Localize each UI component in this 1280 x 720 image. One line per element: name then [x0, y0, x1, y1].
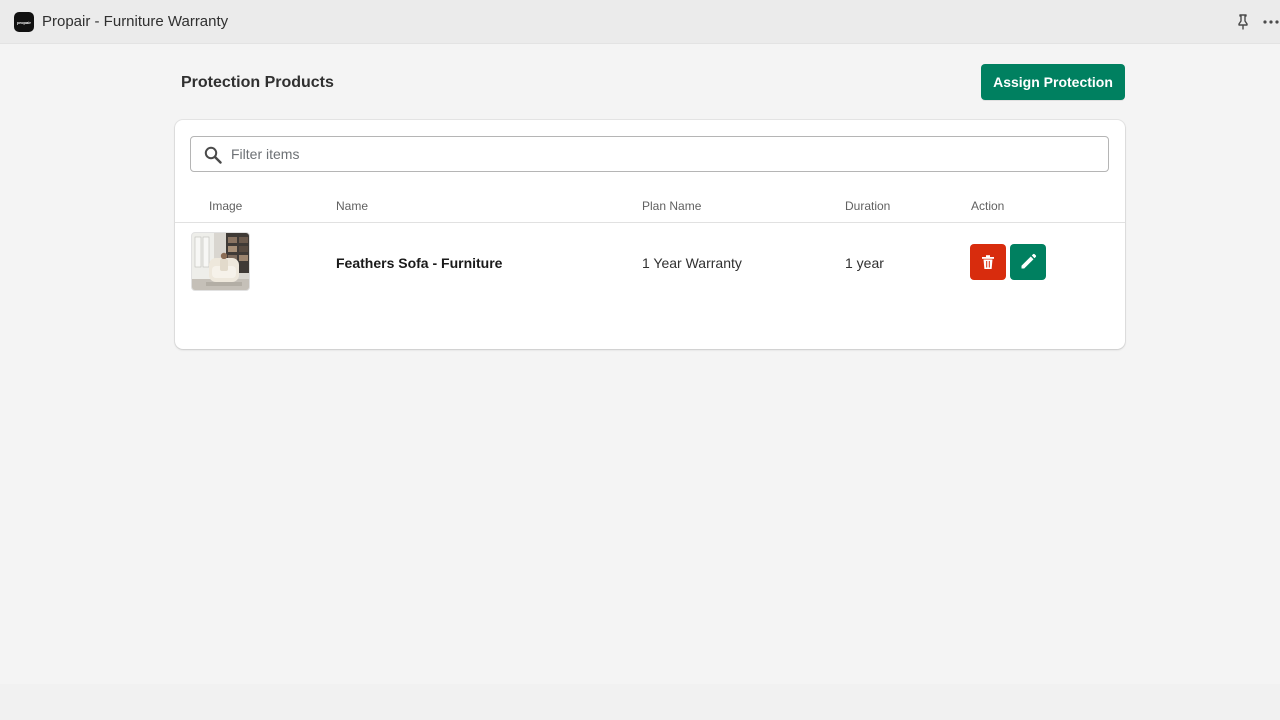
edit-button[interactable] — [1010, 244, 1046, 280]
column-header-image: Image — [209, 199, 243, 213]
bottom-strip — [0, 684, 1280, 720]
app-title-bar: propair Propair - Furniture Warranty — [0, 0, 1280, 44]
filter-field[interactable] — [190, 136, 1109, 172]
delete-button[interactable] — [970, 244, 1006, 280]
assign-protection-button[interactable]: Assign Protection — [981, 64, 1125, 100]
plan-name: 1 Year Warranty — [642, 255, 742, 271]
filter-input[interactable] — [231, 137, 1091, 171]
product-name[interactable]: Feathers Sofa - Furniture — [336, 255, 502, 271]
column-header-plan-name: Plan Name — [642, 199, 702, 213]
app-title: Propair - Furniture Warranty — [42, 13, 229, 30]
sofa-image — [192, 233, 249, 290]
search-icon — [204, 146, 222, 164]
column-header-action: Action — [971, 199, 1005, 213]
table-header-divider — [175, 222, 1125, 223]
page-title: Protection Products — [181, 74, 334, 91]
duration: 1 year — [845, 255, 884, 271]
edit-icon — [1021, 253, 1037, 269]
more-horizontal-icon[interactable] — [1262, 19, 1280, 25]
pin-icon[interactable] — [1236, 14, 1250, 30]
delete-icon — [982, 255, 994, 269]
app-logo: propair — [14, 12, 34, 32]
protection-products-card: Image Name Plan Name Duration Action — [175, 120, 1125, 349]
app-logo-text: propair — [17, 19, 31, 25]
column-header-name: Name — [336, 199, 369, 213]
column-header-duration: Duration — [845, 199, 891, 213]
sofa-product-thumbnail — [191, 232, 250, 291]
